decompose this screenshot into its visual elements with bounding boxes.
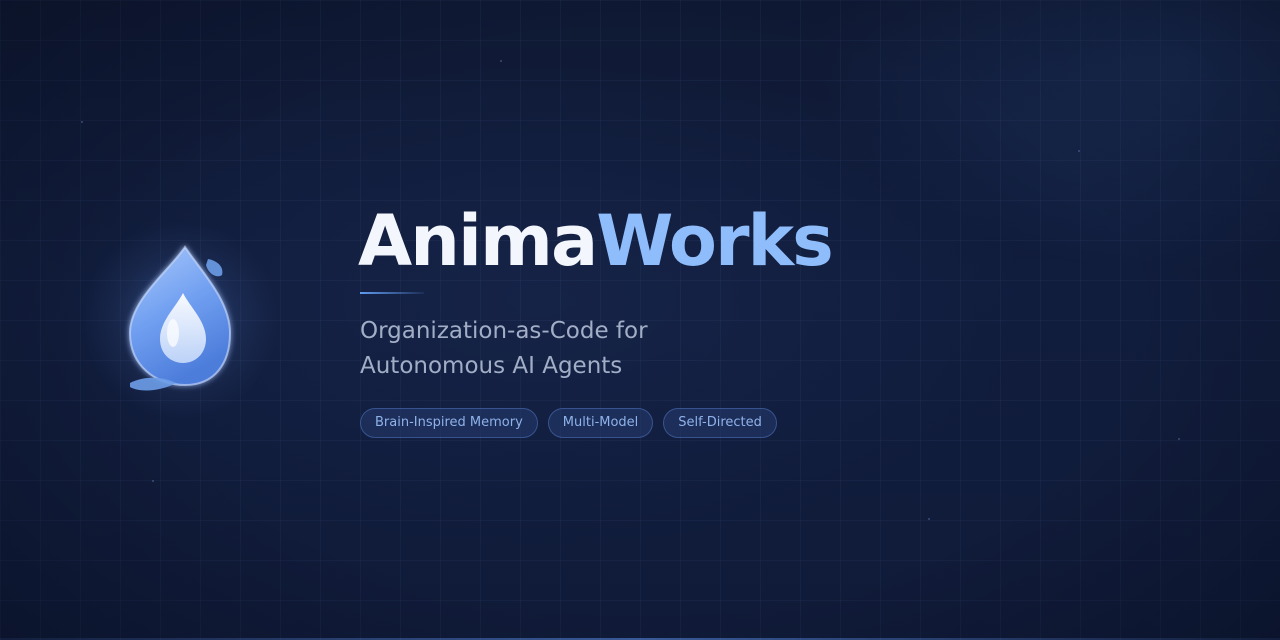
feature-tags: Brain-Inspired Memory Multi-Model Self-D… <box>360 408 777 438</box>
background-star <box>1178 438 1180 440</box>
background-star <box>152 480 154 482</box>
tagline-line-2: Autonomous AI Agents <box>360 353 623 379</box>
tag-self-directed: Self-Directed <box>663 408 777 438</box>
water-droplet-logo-icon <box>128 245 232 391</box>
title-part-works: Works <box>596 200 834 282</box>
background-star <box>928 518 930 520</box>
hero-banner: AnimaWorks Organization-as-Code for Auto… <box>0 0 1280 640</box>
title-accent-divider <box>360 292 424 294</box>
tagline: Organization-as-Code for Autonomous AI A… <box>360 314 648 384</box>
tag-multi-model: Multi-Model <box>547 408 654 438</box>
tagline-line-1: Organization-as-Code for <box>360 318 648 344</box>
background-star <box>500 60 502 62</box>
background-star <box>1078 150 1080 152</box>
app-title: AnimaWorks <box>358 196 834 286</box>
title-part-anima: Anima <box>358 200 598 282</box>
background-star <box>81 121 83 123</box>
tag-brain-inspired-memory: Brain-Inspired Memory <box>360 408 538 438</box>
